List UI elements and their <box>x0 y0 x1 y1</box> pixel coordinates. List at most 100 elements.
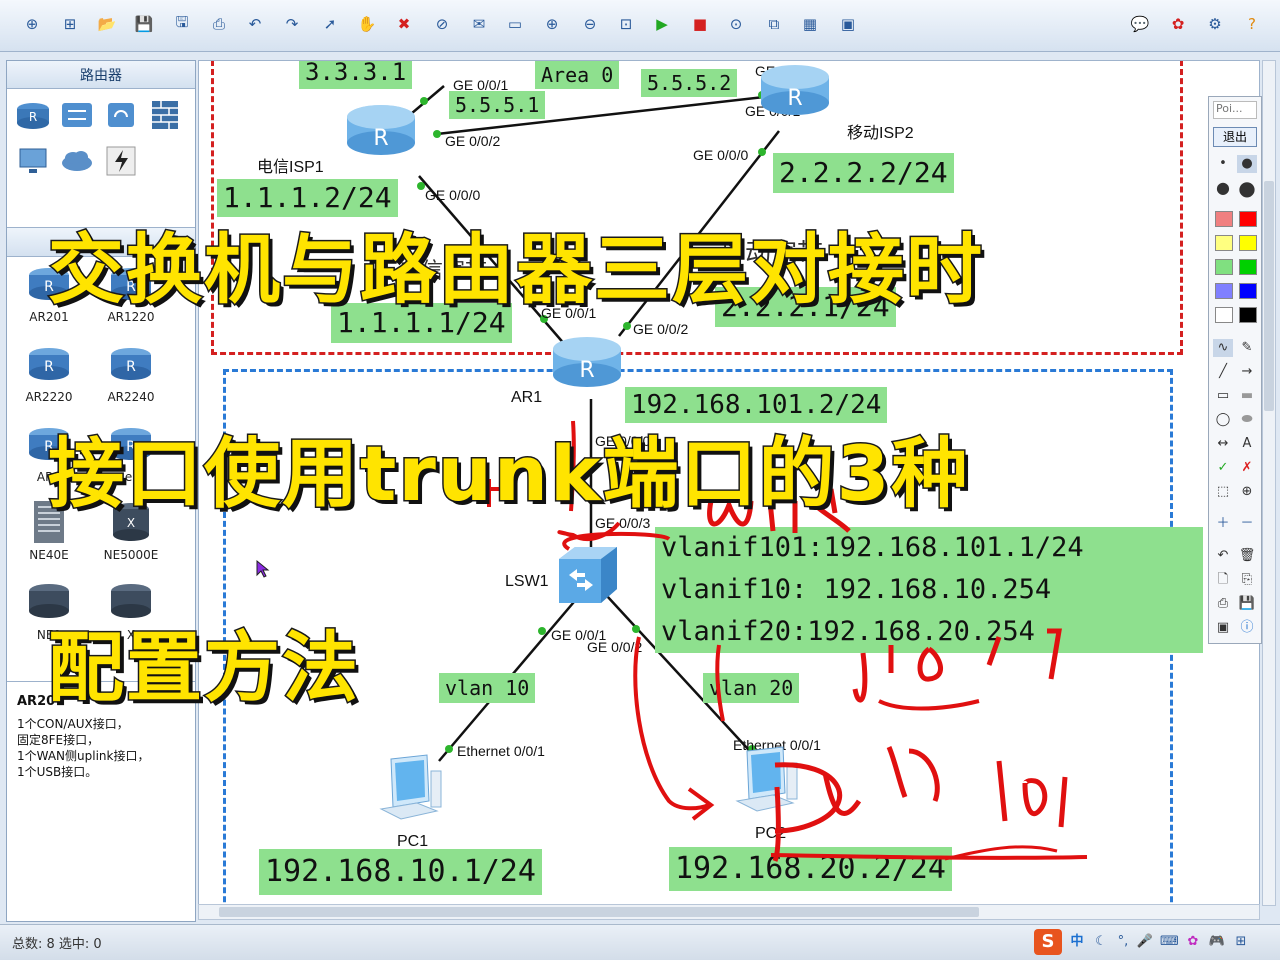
pc1[interactable] <box>377 753 447 833</box>
arrow-icon[interactable]: → <box>1237 363 1257 381</box>
double-arrow-icon[interactable]: ↔ <box>1213 435 1233 453</box>
info-icon[interactable]: ⓘ <box>1237 619 1257 637</box>
router-icon: R <box>761 65 829 115</box>
color-yellow[interactable] <box>1239 235 1257 251</box>
topology-icon[interactable]: ⧉ <box>762 12 786 36</box>
huawei-icon[interactable]: ✿ <box>1166 12 1190 36</box>
horizontal-scrollbar[interactable] <box>198 904 1260 920</box>
punctuation-icon[interactable]: °, <box>1114 933 1132 951</box>
plus-icon[interactable]: ＋ <box>1213 515 1233 533</box>
delete-link-icon[interactable]: ⊘ <box>430 12 454 36</box>
color-light-yellow[interactable] <box>1215 235 1233 251</box>
filled-ellipse-icon[interactable]: ⬬ <box>1237 411 1257 429</box>
color-white[interactable] <box>1215 307 1233 323</box>
copy-icon[interactable]: ⎘ <box>1237 571 1257 589</box>
color-black[interactable] <box>1239 307 1257 323</box>
line-icon[interactable]: ╱ <box>1213 363 1233 381</box>
stop-device-icon[interactable]: ■ <box>688 12 712 36</box>
screen-icon[interactable]: ▣ <box>1213 619 1233 637</box>
connection-category-icon[interactable] <box>103 143 139 179</box>
device-ar2220[interactable]: R AR2220 <box>9 341 89 404</box>
small-dot-icon[interactable]: • <box>1213 155 1233 173</box>
device-ar2240[interactable]: R AR2240 <box>91 341 171 404</box>
pc-category-icon[interactable] <box>15 143 51 179</box>
select-icon[interactable]: ➚ <box>318 12 342 36</box>
trash-icon[interactable]: 🗑 <box>1237 547 1257 565</box>
mic-icon[interactable]: 🎤 <box>1136 933 1154 951</box>
moon-icon[interactable]: ☾ <box>1092 933 1110 951</box>
select-area-icon[interactable]: ⬚ <box>1213 483 1233 501</box>
console-icon[interactable]: ▣ <box>836 12 860 36</box>
router-ar1[interactable]: R <box>551 333 623 393</box>
grid-icon[interactable]: ▦ <box>798 12 822 36</box>
capture-icon[interactable]: ⊙ <box>724 12 748 36</box>
color-red[interactable] <box>1239 211 1257 227</box>
color-light-blue[interactable] <box>1215 283 1233 299</box>
large-dot-icon[interactable]: ● <box>1213 179 1233 197</box>
save-drawing-icon[interactable]: 💾 <box>1237 595 1257 613</box>
save-as-icon[interactable]: 🖫 <box>170 12 194 36</box>
xlarge-dot-icon[interactable]: ● <box>1237 178 1257 198</box>
scroll-thumb[interactable] <box>1264 181 1274 411</box>
save-icon[interactable]: 💾 <box>132 12 156 36</box>
medium-dot-icon[interactable]: ● <box>1237 155 1257 173</box>
open-icon[interactable]: 📂 <box>95 12 119 36</box>
wireless-category-icon[interactable] <box>103 97 139 133</box>
pointer-selector[interactable]: Poi... <box>1213 101 1257 119</box>
ellipse-icon[interactable]: ◯ <box>1213 411 1233 429</box>
router-isp1[interactable]: R <box>345 101 417 161</box>
new-topology-icon[interactable]: ⊕ <box>20 12 44 36</box>
minus-icon[interactable]: － <box>1237 515 1257 533</box>
vlanif101-line: vlanif101:192.168.101.1/24 <box>661 532 1084 563</box>
vertical-scrollbar[interactable] <box>1262 60 1276 906</box>
pc2[interactable] <box>733 745 803 825</box>
router-category-icon[interactable]: R <box>15 97 51 133</box>
freehand-icon[interactable]: ∿ <box>1213 339 1233 357</box>
printer-icon[interactable]: ⎙ <box>1213 595 1233 613</box>
scroll-thumb[interactable] <box>219 907 979 917</box>
help-icon[interactable]: ? <box>1240 12 1264 36</box>
label-pc1: PC1 <box>397 833 429 850</box>
new-example-icon[interactable]: ⊞ <box>58 12 82 36</box>
chinese-mode-icon[interactable]: 中 <box>1068 933 1086 951</box>
color-light-green[interactable] <box>1215 259 1233 275</box>
add-text-icon[interactable]: ✉ <box>467 12 491 36</box>
color-green[interactable] <box>1239 259 1257 275</box>
rectangle-icon[interactable]: ▭ <box>1213 387 1233 405</box>
zoom-out-icon[interactable]: ⊖ <box>578 12 602 36</box>
filled-rectangle-icon[interactable]: ▬ <box>1237 387 1257 405</box>
game-icon[interactable]: 🎮 <box>1208 933 1226 951</box>
highlighter-icon[interactable]: ✎ <box>1237 339 1257 357</box>
undo-icon[interactable]: ↶ <box>243 12 267 36</box>
color-blue[interactable] <box>1239 283 1257 299</box>
redo-icon[interactable]: ↷ <box>280 12 304 36</box>
fit-icon[interactable]: ⊡ <box>614 12 638 36</box>
hand-icon[interactable]: ✋ <box>355 12 379 36</box>
tools-icon[interactable]: ⊞ <box>1232 933 1250 951</box>
text-icon[interactable]: A <box>1237 435 1257 453</box>
zoom-in-icon[interactable]: ⊕ <box>540 12 564 36</box>
palette-icon[interactable]: ▭ <box>503 12 527 36</box>
cloud-category-icon[interactable] <box>59 143 95 179</box>
port-isp1-ge002: GE 0/0/2 <box>445 133 501 149</box>
exit-button[interactable]: 退出 <box>1213 127 1257 147</box>
chat-icon[interactable]: 💬 <box>1128 12 1152 36</box>
keyboard-icon[interactable]: ⌨ <box>1160 933 1179 951</box>
cross-icon[interactable]: ✗ <box>1237 459 1257 477</box>
color-light-red[interactable] <box>1215 211 1233 227</box>
start-device-icon[interactable]: ▶ <box>650 12 674 36</box>
main-toolbar: ⊕ ⊞ 📂 💾 🖫 ⎙ ↶ ↷ ➚ ✋ ✖ ⊘ ✉ ▭ ⊕ ⊖ ⊡ ▶ ■ ⊙ ⧉ ▦ ▣ 💬 ✿ ⚙? <box>0 0 1280 52</box>
undo-draw-icon[interactable]: ↶ <box>1213 547 1233 565</box>
zoom-area-icon[interactable]: ⊕ <box>1237 483 1257 501</box>
skin-icon[interactable]: ✿ <box>1184 933 1202 951</box>
router-isp2[interactable]: R <box>759 61 831 121</box>
sogou-icon[interactable]: S <box>1034 929 1062 955</box>
settings-icon[interactable]: ⚙ <box>1203 12 1227 36</box>
print-icon[interactable]: ⎙ <box>207 12 231 36</box>
delete-icon[interactable]: ✖ <box>392 12 416 36</box>
new-page-icon[interactable]: 🗋 <box>1213 571 1233 589</box>
switch-lsw1[interactable] <box>555 545 621 605</box>
check-icon[interactable]: ✓ <box>1213 459 1233 477</box>
switch-category-icon[interactable] <box>59 97 95 133</box>
firewall-category-icon[interactable] <box>147 97 183 133</box>
